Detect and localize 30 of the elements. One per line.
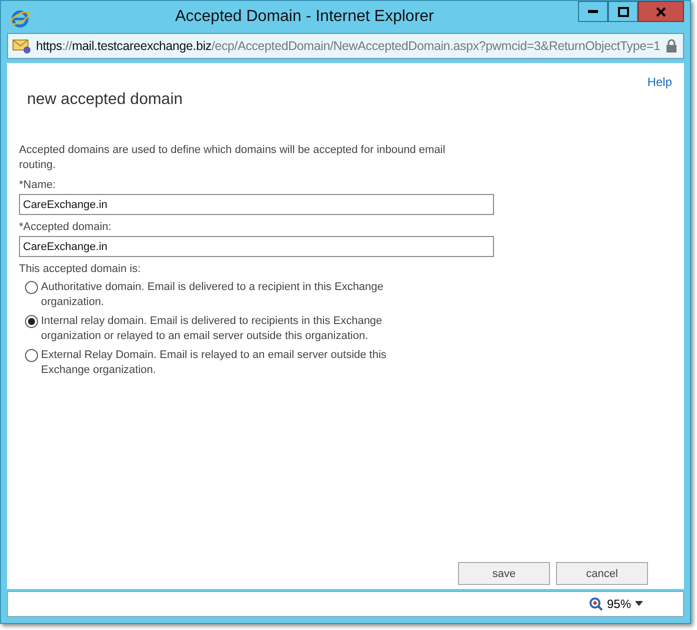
maximize-icon — [618, 6, 628, 16]
dialog-heading: new accepted domain — [26, 90, 184, 109]
close-button[interactable] — [638, 1, 684, 22]
field-label: *Accepted domain: — [19, 220, 112, 234]
radio-label[interactable]: Authoritative domain. Email is delivered to a recipient in this Exchange organization. — [41, 280, 405, 310]
description-text: Accepted domains are used to define which domains will be accepted for inbound email routing. — [19, 143, 446, 173]
save-button[interactable]: save — [458, 562, 550, 585]
radio-button[interactable] — [25, 281, 38, 294]
zoom-icon — [588, 597, 603, 611]
address-bar[interactable]: https://mail.testcareexchange.biz/ecp/AcceptedDomain/NewAcceptedDomain.aspx?pwmcid=3&ReturnObjectType=1 — [7, 33, 684, 59]
lock-icon — [666, 39, 677, 53]
dropdown-icon[interactable] — [635, 601, 643, 607]
input-field[interactable]: CareExchange.in — [19, 236, 494, 257]
radio-label[interactable]: Internal relay domain. Email is delivered to recipients in this Exchange organization or relayed to an email server outside this organization. — [41, 314, 405, 344]
zoom-level[interactable]: 95% — [606, 597, 631, 611]
minimize-icon — [588, 10, 598, 14]
field-label: *Name: — [19, 178, 57, 192]
close-icon — [656, 6, 666, 16]
radio-group-label: This accepted domain is: — [19, 262, 142, 276]
maximize-button[interactable] — [608, 1, 638, 22]
radio-label[interactable]: External Relay Domain. Email is relayed to an email server outside this Exchange organization. — [41, 348, 405, 378]
input-field[interactable]: CareExchange.in — [19, 194, 494, 215]
radio-button[interactable] — [25, 349, 38, 362]
minimize-button[interactable] — [578, 1, 608, 22]
cancel-button[interactable]: cancel — [556, 562, 648, 585]
help-link[interactable]: Help — [647, 75, 672, 89]
envelope-icon — [12, 38, 32, 54]
radio-button[interactable] — [25, 315, 38, 328]
window-title: Accepted Domain - Internet Explorer — [174, 7, 435, 27]
url-text: https://mail.testcareexchange.biz/ecp/AcceptedDomain/NewAcceptedDomain.aspx?pwmcid=3&ReturnObjectType=1 — [36, 39, 662, 53]
